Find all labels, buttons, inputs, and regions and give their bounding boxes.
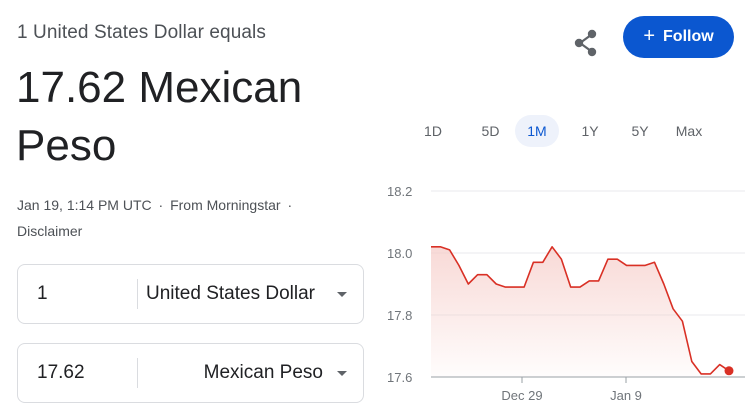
from-currency-select[interactable]: United States Dollar	[138, 265, 363, 323]
from-amount-input[interactable]	[18, 265, 137, 323]
y-tick-label: 18.2	[387, 184, 412, 199]
y-tick-label: 17.8	[387, 308, 412, 323]
source-link[interactable]: From Morningstar	[170, 197, 280, 213]
to-currency-row: Mexican Peso	[17, 343, 364, 403]
range-tab-1y[interactable]: 1Y	[573, 115, 607, 147]
range-tab-1d[interactable]: 1D	[416, 115, 450, 147]
plus-icon: +	[643, 25, 656, 47]
to-currency-label: Mexican Peso	[203, 362, 323, 383]
time-range-tabs: 1D 5D 1M 1Y 5Y Max	[416, 115, 709, 147]
follow-label: Follow	[663, 28, 714, 45]
follow-button[interactable]: + Follow	[623, 16, 734, 58]
series-area	[431, 246, 729, 377]
range-tab-1m[interactable]: 1M	[515, 115, 559, 147]
range-tab-5d[interactable]: 5D	[466, 115, 515, 147]
from-currency-row: United States Dollar	[17, 264, 364, 324]
disclaimer-link[interactable]: Disclaimer	[17, 223, 82, 239]
to-currency-select[interactable]: Mexican Peso	[138, 344, 363, 402]
timestamp: Jan 19, 1:14 PM UTC	[17, 197, 152, 213]
range-tab-5y[interactable]: 5Y	[623, 115, 657, 147]
to-amount-input[interactable]	[18, 344, 137, 402]
from-currency-label: United States Dollar	[146, 283, 315, 304]
meta-separator: ·	[158, 197, 164, 213]
dropdown-arrow-icon	[337, 291, 347, 297]
x-tick-label: Jan 9	[610, 388, 642, 403]
meta-separator: ·	[287, 197, 293, 213]
share-icon[interactable]	[570, 27, 602, 59]
range-tab-max[interactable]: Max	[669, 115, 709, 147]
rate-meta: Jan 19, 1:14 PM UTC · From Morningstar ·…	[17, 192, 337, 244]
y-tick-label: 17.6	[387, 370, 412, 385]
dropdown-arrow-icon	[337, 370, 347, 376]
conversion-subtitle: 1 United States Dollar equals	[17, 22, 266, 43]
exchange-rate-chart[interactable]: 18.2 18.0 17.8 17.6 Dec 29 Jan 9	[380, 175, 745, 410]
converted-rate: 17.62 Mexican Peso	[16, 63, 303, 170]
last-price-dot	[724, 366, 734, 376]
y-tick-label: 18.0	[387, 246, 412, 261]
x-tick-label: Dec 29	[501, 388, 542, 403]
